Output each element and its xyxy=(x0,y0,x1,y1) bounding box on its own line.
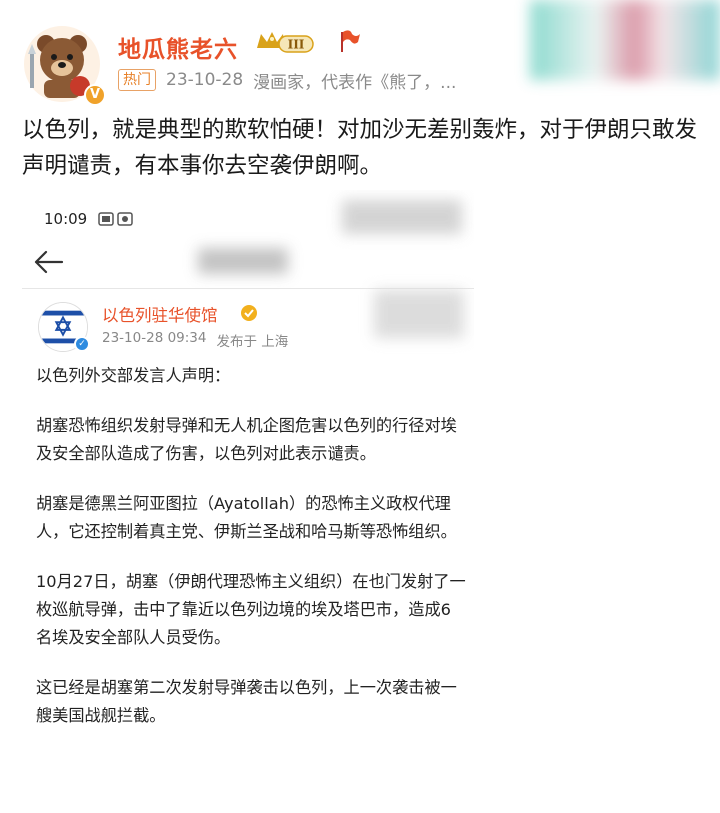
flag-icon xyxy=(341,30,360,52)
hot-tag[interactable]: 热门 xyxy=(118,69,156,91)
crown-level-icon: III xyxy=(257,32,314,53)
blurred-status-bar xyxy=(342,200,462,234)
account-meta: 23-10-28 09:34 发布于 上海 xyxy=(102,330,288,350)
statement-paragraph: 胡塞恐怖组织发射导弹和无人机企图危害以色列的行径对埃及安全部队造成了伤害，以色列… xyxy=(36,416,457,463)
user-bio: 漫画家，代表作《熊了，... xyxy=(253,72,457,93)
gold-badge-icon xyxy=(241,305,257,321)
post-text: 以色列，就是典型的欺软怕硬！对加沙无差别轰炸，对于伊朗只敢发声明谴责，有本事你去… xyxy=(22,117,698,179)
statement-paragraph: 这已经是胡塞第二次发射导弹袭击以色列，上一次袭击被一艘美国战舰拦截。 xyxy=(36,678,457,725)
account-name[interactable]: 以色列驻华使馆 xyxy=(102,302,218,326)
back-arrow-icon[interactable] xyxy=(32,248,66,276)
post-date: 23-10-28 xyxy=(166,70,244,90)
statement-paragraph: 胡塞是德黑兰阿亚图拉（Ayatollah）的恐怖主义政权代理人，它还控制着真主党… xyxy=(36,494,457,541)
post-datetime: 23-10-28 09:34 xyxy=(102,330,207,346)
blurred-follow xyxy=(374,290,464,338)
level-text: III xyxy=(288,38,305,52)
verified-badge: V xyxy=(84,84,106,106)
status-icons xyxy=(98,212,133,226)
statement-body: 以色列外交部发言人声明： 胡塞恐怖组织发射导弹和无人机企图危害以色列的行径对埃及… xyxy=(36,362,466,752)
user-name[interactable]: 地瓜熊老六 xyxy=(118,30,238,64)
statement-paragraph: 10月27日，胡塞（伊朗代理恐怖主义组织）在也门发射了一枚巡航导弹，击中了靠近以… xyxy=(36,572,466,647)
embedded-screenshot: 10:09 ✓ 以色列驻华使馆 23-10-28 09:34 发布于 上海 以色… xyxy=(22,190,474,800)
verified-icon: ✓ xyxy=(74,336,90,352)
blurred-region xyxy=(530,0,720,80)
divider xyxy=(22,288,474,289)
statement-heading: 以色列外交部发言人声明： xyxy=(36,366,231,385)
post-location: 发布于 上海 xyxy=(216,334,289,350)
post-meta: 热门 23-10-28 漫画家，代表作《熊了，... xyxy=(118,68,457,93)
blurred-title xyxy=(198,248,288,274)
status-time: 10:09 xyxy=(44,210,88,228)
